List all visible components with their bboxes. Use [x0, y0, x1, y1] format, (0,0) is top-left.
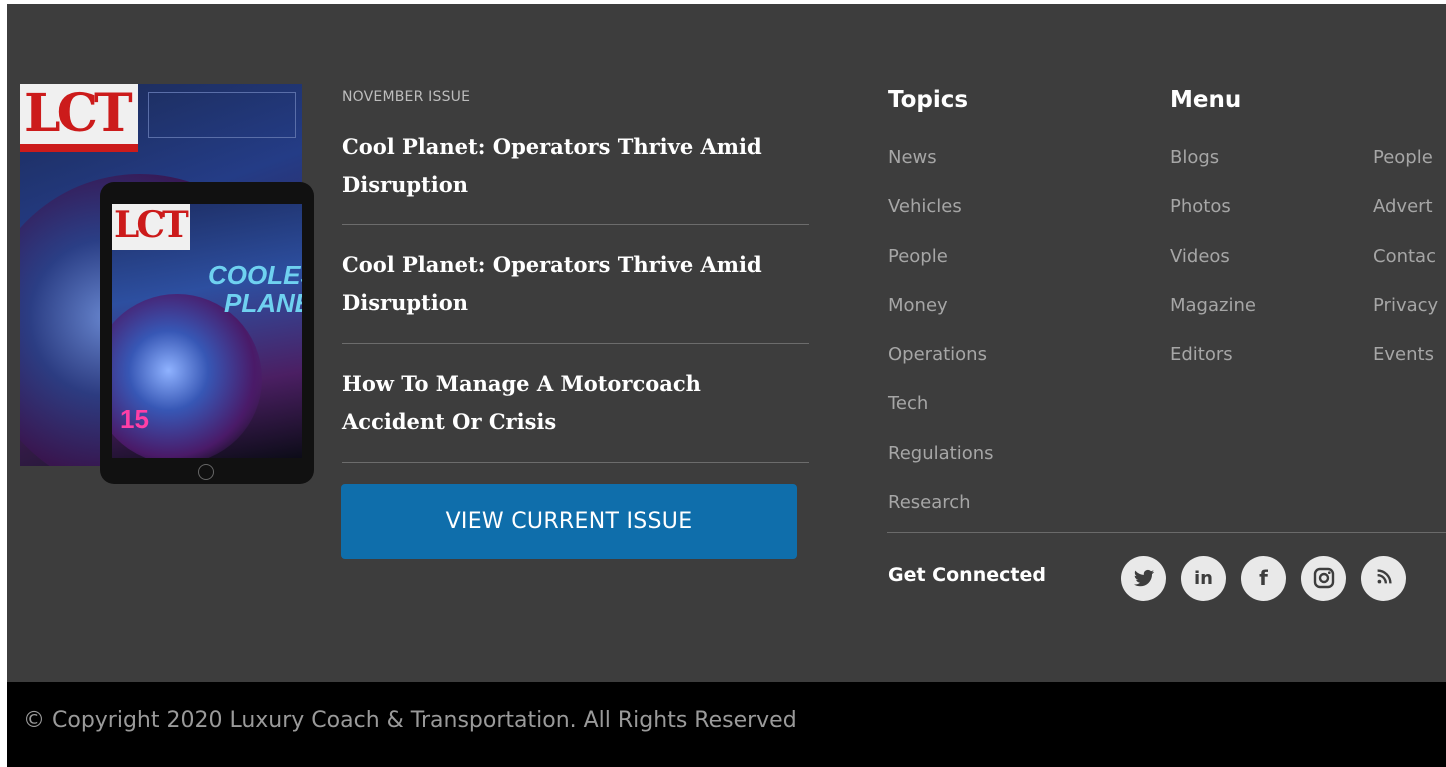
- topic-link-research[interactable]: Research: [888, 488, 994, 537]
- cover-headline-1: COOLEST: [208, 260, 302, 290]
- facebook-icon[interactable]: f: [1241, 556, 1286, 601]
- instagram-icon[interactable]: [1301, 556, 1346, 601]
- menu-link-people[interactable]: People: [1373, 143, 1438, 192]
- copyright-bar: © Copyright 2020 Luxury Coach & Transpor…: [7, 682, 1446, 767]
- topic-link-regulations[interactable]: Regulations: [888, 439, 994, 488]
- menu-link-videos[interactable]: Videos: [1170, 242, 1256, 291]
- menu-list-secondary: People Advert Contac Privacy Events: [1373, 143, 1438, 389]
- tablet-screen: LCT COOLEST PLANET 15: [112, 204, 302, 458]
- menu-link-photos[interactable]: Photos: [1170, 192, 1256, 241]
- cover-number: 15: [120, 404, 149, 434]
- topic-link-vehicles[interactable]: Vehicles: [888, 192, 994, 241]
- menu-link-privacy[interactable]: Privacy: [1373, 291, 1438, 340]
- topic-link-people[interactable]: People: [888, 242, 994, 291]
- menu-link-advertise[interactable]: Advert: [1373, 192, 1438, 241]
- connect-divider: [887, 532, 1446, 533]
- topics-title: Topics: [888, 87, 969, 113]
- tablet-logo: LCT: [114, 204, 189, 246]
- twitter-icon[interactable]: [1121, 556, 1166, 601]
- topic-link-operations[interactable]: Operations: [888, 340, 994, 389]
- issue-label: NOVEMBER ISSUE: [342, 89, 471, 105]
- cover-logo-strip: [20, 144, 138, 152]
- get-connected-label: Get Connected: [888, 564, 1046, 586]
- menu-link-editors[interactable]: Editors: [1170, 340, 1256, 389]
- topic-link-news[interactable]: News: [888, 143, 994, 192]
- menu-link-contact[interactable]: Contac: [1373, 242, 1438, 291]
- cover-logo: LCT: [24, 84, 133, 144]
- menu-link-blogs[interactable]: Blogs: [1170, 143, 1256, 192]
- cover-headline-2: PLANET: [224, 288, 302, 318]
- issue-article: Cool Planet: Operators Thrive Amid Disru…: [342, 246, 809, 344]
- menu-list: Blogs Photos Videos Magazine Editors: [1170, 143, 1256, 389]
- view-current-issue-button[interactable]: VIEW CURRENT ISSUE: [341, 484, 797, 559]
- site-footer: LCT LCT COOLEST PLANET 15 NOVEMBER ISSUE…: [7, 4, 1446, 682]
- menu-link-magazine[interactable]: Magazine: [1170, 291, 1256, 340]
- issue-article: Cool Planet: Operators Thrive Amid Disru…: [342, 128, 809, 225]
- tablet-home-button: [198, 464, 214, 480]
- issue-article: How To Manage A Motorcoach Accident Or C…: [342, 365, 809, 463]
- topic-link-money[interactable]: Money: [888, 291, 994, 340]
- cover-teaser-box: [148, 92, 296, 138]
- linkedin-icon[interactable]: in: [1181, 556, 1226, 601]
- magazine-cover[interactable]: LCT LCT COOLEST PLANET 15: [20, 84, 316, 484]
- tablet-cover: LCT COOLEST PLANET 15: [100, 182, 314, 484]
- rss-icon[interactable]: [1361, 556, 1406, 601]
- article-link[interactable]: Cool Planet: Operators Thrive Amid Disru…: [342, 128, 809, 204]
- topics-list: News Vehicles People Money Operations Te…: [888, 143, 994, 537]
- cover-logo-box: LCT: [20, 84, 138, 152]
- menu-title: Menu: [1170, 87, 1242, 113]
- article-link[interactable]: How To Manage A Motorcoach Accident Or C…: [342, 365, 809, 441]
- tablet-logo-box: LCT: [112, 204, 190, 250]
- menu-link-events[interactable]: Events: [1373, 340, 1438, 389]
- topic-link-tech[interactable]: Tech: [888, 389, 994, 438]
- copyright-text: © Copyright 2020 Luxury Coach & Transpor…: [23, 708, 797, 733]
- article-link[interactable]: Cool Planet: Operators Thrive Amid Disru…: [342, 246, 809, 322]
